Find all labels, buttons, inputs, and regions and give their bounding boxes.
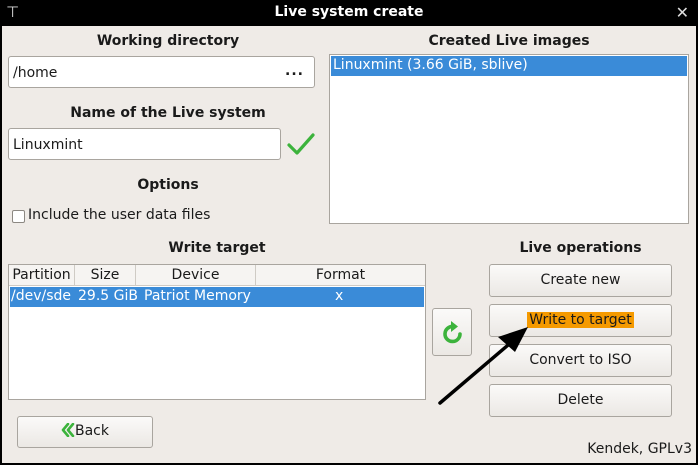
write-to-target-button[interactable]: Write to target [489, 304, 672, 337]
browse-button[interactable]: ... [285, 63, 304, 79]
window-title: Live system create [274, 4, 424, 20]
back-button[interactable]: Back [17, 416, 153, 448]
options-label: Options [137, 177, 199, 193]
refresh-icon [443, 321, 462, 344]
back-label: Back [75, 423, 109, 439]
live-name-input[interactable]: Linuxmint [8, 128, 281, 160]
include-user-data-label: Include the user data files [28, 207, 211, 223]
cell-device: Patriot Memory [144, 288, 251, 304]
convert-to-iso-button[interactable]: Convert to ISO [489, 344, 672, 377]
working-directory-field[interactable]: /home ... [8, 56, 315, 88]
table-row[interactable]: /dev/sde 29.5 GiB Patriot Memory x [10, 287, 424, 307]
created-images-list[interactable]: Linuxmint (3.66 GiB, sblive) [329, 54, 689, 224]
cell-size: 29.5 GiB [78, 288, 138, 304]
write-to-target-label: Write to target [527, 312, 634, 328]
live-name-label: Name of the Live system [70, 105, 266, 121]
live-operations-label: Live operations [519, 240, 642, 256]
create-new-button[interactable]: Create new [489, 264, 672, 297]
include-user-data-checkbox[interactable] [12, 210, 25, 223]
column-header-device[interactable]: Device [136, 265, 256, 286]
created-images-label: Created Live images [428, 33, 590, 49]
write-target-label: Write target [168, 240, 266, 256]
refresh-button[interactable] [432, 308, 472, 356]
double-chevron-left-icon [61, 422, 75, 438]
working-directory-label: Working directory [96, 33, 240, 49]
window-client-area: Working directory /home ... Name of the … [2, 26, 696, 463]
footer-credits: Kendek, GPLv3 [587, 441, 692, 457]
cell-partition: /dev/sde [11, 288, 72, 304]
column-header-format[interactable]: Format [256, 265, 425, 286]
close-icon[interactable]: ✕ [676, 3, 689, 22]
working-directory-value: /home [13, 65, 58, 81]
column-header-size[interactable]: Size [75, 265, 136, 286]
title-bar: ⊤ Live system create ✕ [0, 0, 698, 26]
cell-format: x [335, 288, 344, 304]
list-item[interactable]: Linuxmint (3.66 GiB, sblive) [331, 56, 687, 76]
live-name-value: Linuxmint [13, 137, 83, 153]
checkmark-icon [287, 133, 315, 155]
column-header-partition[interactable]: Partition [9, 265, 75, 286]
delete-button[interactable]: Delete [489, 384, 672, 417]
write-target-table[interactable]: Partition Size Device Format /dev/sde 29… [8, 264, 426, 400]
